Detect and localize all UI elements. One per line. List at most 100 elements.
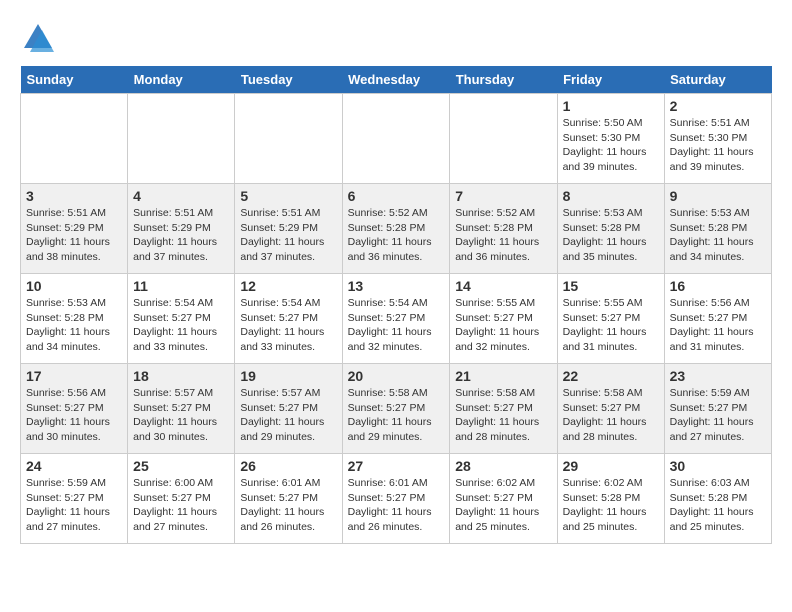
day-info: Sunrise: 5:56 AMSunset: 5:27 PMDaylight:… [670,296,766,355]
day-info: Sunrise: 6:03 AMSunset: 5:28 PMDaylight:… [670,476,766,535]
day-info: Sunrise: 5:55 AMSunset: 5:27 PMDaylight:… [455,296,551,355]
day-info: Sunrise: 5:54 AMSunset: 5:27 PMDaylight:… [240,296,336,355]
calendar-header-row: SundayMondayTuesdayWednesdayThursdayFrid… [21,66,772,94]
calendar-cell [128,94,235,184]
day-info: Sunrise: 6:02 AMSunset: 5:28 PMDaylight:… [563,476,659,535]
day-info: Sunrise: 5:58 AMSunset: 5:27 PMDaylight:… [348,386,445,445]
calendar-cell: 28Sunrise: 6:02 AMSunset: 5:27 PMDayligh… [450,454,557,544]
day-number: 14 [455,278,551,294]
calendar-header-thursday: Thursday [450,66,557,94]
day-info: Sunrise: 6:01 AMSunset: 5:27 PMDaylight:… [240,476,336,535]
day-info: Sunrise: 5:59 AMSunset: 5:27 PMDaylight:… [26,476,122,535]
day-number: 8 [563,188,659,204]
calendar-week-1: 1 Sunrise: 5:50 AMSunset: 5:30 PMDaylight… [21,94,772,184]
calendar-cell: 19 Sunrise: 5:57 AMSunset: 5:27 PMDayligh… [235,364,342,454]
day-number: 2 [670,98,766,114]
day-info: Sunrise: 5:57 AMSunset: 5:27 PMDaylight:… [133,386,229,445]
calendar-header-sunday: Sunday [21,66,128,94]
calendar-cell: 16 Sunrise: 5:56 AMSunset: 5:27 PMDayligh… [664,274,771,364]
day-info: Sunrise: 5:52 AMSunset: 5:28 PMDaylight:… [348,206,445,265]
calendar-cell: 8 Sunrise: 5:53 AMSunset: 5:28 PMDaylight… [557,184,664,274]
day-number: 3 [26,188,122,204]
day-number: 18 [133,368,229,384]
calendar-cell [235,94,342,184]
day-number: 27 [348,458,445,474]
day-info: Sunrise: 5:56 AMSunset: 5:27 PMDaylight:… [26,386,122,445]
day-number: 11 [133,278,229,294]
day-number: 23 [670,368,766,384]
calendar-header-saturday: Saturday [664,66,771,94]
day-info: Sunrise: 6:01 AMSunset: 5:27 PMDaylight:… [348,476,445,535]
day-number: 17 [26,368,122,384]
day-number: 9 [670,188,766,204]
day-number: 19 [240,368,336,384]
day-number: 15 [563,278,659,294]
day-info: Sunrise: 5:53 AMSunset: 5:28 PMDaylight:… [670,206,766,265]
day-number: 1 [563,98,659,114]
calendar-cell: 27 Sunrise: 6:01 AMSunset: 5:27 PMDayligh… [342,454,450,544]
calendar-cell: 15Sunrise: 5:55 AMSunset: 5:27 PMDayligh… [557,274,664,364]
day-number: 13 [348,278,445,294]
calendar-cell [450,94,557,184]
day-info: Sunrise: 5:58 AMSunset: 5:27 PMDaylight:… [455,386,551,445]
calendar-week-4: 17 Sunrise: 5:56 AMSunset: 5:27 PMDayligh… [21,364,772,454]
calendar-week-3: 10 Sunrise: 5:53 AMSunset: 5:28 PMDayligh… [21,274,772,364]
calendar-header-friday: Friday [557,66,664,94]
day-info: Sunrise: 6:02 AMSunset: 5:27 PMDaylight:… [455,476,551,535]
calendar-cell: 23 Sunrise: 5:59 AMSunset: 5:27 PMDayligh… [664,364,771,454]
calendar-cell: 13 Sunrise: 5:54 AMSunset: 5:27 PMDayligh… [342,274,450,364]
day-info: Sunrise: 5:53 AMSunset: 5:28 PMDaylight:… [26,296,122,355]
calendar-cell: 12 Sunrise: 5:54 AMSunset: 5:27 PMDayligh… [235,274,342,364]
day-number: 10 [26,278,122,294]
calendar-cell: 29 Sunrise: 6:02 AMSunset: 5:28 PMDayligh… [557,454,664,544]
calendar-cell [342,94,450,184]
logo [20,20,60,56]
day-number: 26 [240,458,336,474]
day-info: Sunrise: 5:51 AMSunset: 5:29 PMDaylight:… [133,206,229,265]
calendar-cell: 4 Sunrise: 5:51 AMSunset: 5:29 PMDaylight… [128,184,235,274]
calendar-cell: 10 Sunrise: 5:53 AMSunset: 5:28 PMDayligh… [21,274,128,364]
day-number: 4 [133,188,229,204]
day-number: 5 [240,188,336,204]
day-number: 22 [563,368,659,384]
day-info: Sunrise: 5:51 AMSunset: 5:29 PMDaylight:… [240,206,336,265]
calendar-cell: 20 Sunrise: 5:58 AMSunset: 5:27 PMDayligh… [342,364,450,454]
day-number: 12 [240,278,336,294]
calendar-header-tuesday: Tuesday [235,66,342,94]
day-info: Sunrise: 6:00 AMSunset: 5:27 PMDaylight:… [133,476,229,535]
day-number: 24 [26,458,122,474]
calendar-cell: 1 Sunrise: 5:50 AMSunset: 5:30 PMDaylight… [557,94,664,184]
calendar-cell [21,94,128,184]
calendar-week-2: 3 Sunrise: 5:51 AMSunset: 5:29 PMDaylight… [21,184,772,274]
day-info: Sunrise: 5:54 AMSunset: 5:27 PMDaylight:… [348,296,445,355]
calendar-cell: 24 Sunrise: 5:59 AMSunset: 5:27 PMDayligh… [21,454,128,544]
day-info: Sunrise: 5:51 AMSunset: 5:30 PMDaylight:… [670,116,766,175]
calendar-cell: 25 Sunrise: 6:00 AMSunset: 5:27 PMDayligh… [128,454,235,544]
day-info: Sunrise: 5:59 AMSunset: 5:27 PMDaylight:… [670,386,766,445]
calendar-cell: 6Sunrise: 5:52 AMSunset: 5:28 PMDaylight… [342,184,450,274]
calendar-cell: 18 Sunrise: 5:57 AMSunset: 5:27 PMDayligh… [128,364,235,454]
day-number: 20 [348,368,445,384]
calendar-cell: 14 Sunrise: 5:55 AMSunset: 5:27 PMDayligh… [450,274,557,364]
calendar-cell: 3 Sunrise: 5:51 AMSunset: 5:29 PMDaylight… [21,184,128,274]
calendar-cell: 30 Sunrise: 6:03 AMSunset: 5:28 PMDayligh… [664,454,771,544]
day-info: Sunrise: 5:54 AMSunset: 5:27 PMDaylight:… [133,296,229,355]
calendar-cell: 9 Sunrise: 5:53 AMSunset: 5:28 PMDaylight… [664,184,771,274]
day-info: Sunrise: 5:53 AMSunset: 5:28 PMDaylight:… [563,206,659,265]
calendar-cell: 2 Sunrise: 5:51 AMSunset: 5:30 PMDaylight… [664,94,771,184]
day-number: 16 [670,278,766,294]
day-info: Sunrise: 5:50 AMSunset: 5:30 PMDaylight:… [563,116,659,175]
calendar-cell: 17 Sunrise: 5:56 AMSunset: 5:27 PMDayligh… [21,364,128,454]
calendar-table: SundayMondayTuesdayWednesdayThursdayFrid… [20,66,772,544]
day-info: Sunrise: 5:57 AMSunset: 5:27 PMDaylight:… [240,386,336,445]
day-info: Sunrise: 5:52 AMSunset: 5:28 PMDaylight:… [455,206,551,265]
day-number: 25 [133,458,229,474]
calendar-cell: 22Sunrise: 5:58 AMSunset: 5:27 PMDayligh… [557,364,664,454]
day-number: 30 [670,458,766,474]
day-info: Sunrise: 5:51 AMSunset: 5:29 PMDaylight:… [26,206,122,265]
calendar-week-5: 24 Sunrise: 5:59 AMSunset: 5:27 PMDayligh… [21,454,772,544]
calendar-cell: 26 Sunrise: 6:01 AMSunset: 5:27 PMDayligh… [235,454,342,544]
day-number: 21 [455,368,551,384]
day-number: 29 [563,458,659,474]
calendar-cell: 11 Sunrise: 5:54 AMSunset: 5:27 PMDayligh… [128,274,235,364]
